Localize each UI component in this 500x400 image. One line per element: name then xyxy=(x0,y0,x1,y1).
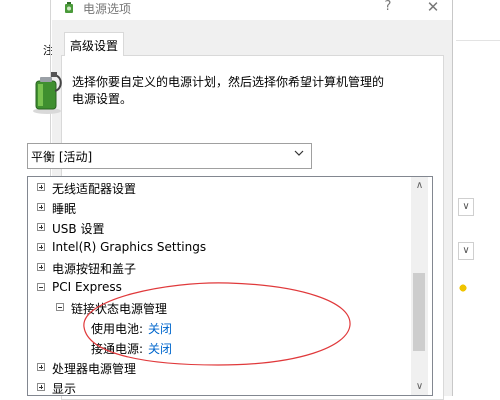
setting-label: 接通电源: xyxy=(91,342,144,356)
tree-item-label: 睡眠 xyxy=(52,202,77,216)
expand-plus-icon[interactable] xyxy=(37,243,45,251)
expand-plus-icon[interactable] xyxy=(37,363,45,371)
power-options-app-icon xyxy=(65,2,73,13)
expand-plus-icon[interactable] xyxy=(37,183,45,191)
on-battery-value-link[interactable]: 关闭 xyxy=(148,320,172,337)
collapse-minus-icon[interactable] xyxy=(56,303,64,311)
expand-plus-icon[interactable] xyxy=(37,263,45,271)
help-button[interactable]: ? xyxy=(378,0,398,17)
tree-item-power-buttons[interactable]: 电源按钮和盖子 xyxy=(28,258,408,278)
chevron-down-icon xyxy=(294,150,304,156)
scroll-down-button[interactable]: ∨ xyxy=(411,378,428,395)
scroll-up-button[interactable]: ∧ xyxy=(411,177,428,194)
background-chevron-down-icon: ∨ xyxy=(458,198,474,216)
power-plan-select-value: 平衡 [活动] xyxy=(31,150,93,164)
tree-scrollbar[interactable]: ∧ ∨ xyxy=(411,177,428,395)
title-bar: 电源选项 ? ✕ xyxy=(52,0,452,20)
tree-item-sleep[interactable]: 睡眠 xyxy=(28,198,408,218)
tree-item-plugged-in: 接通电源: 关闭 xyxy=(28,338,408,358)
expand-plus-icon[interactable] xyxy=(37,203,45,211)
tree-item-display[interactable]: 显示 xyxy=(28,378,408,396)
tree-item-pci-express[interactable]: PCI Express xyxy=(28,278,408,298)
tree-item-processor-power[interactable]: 处理器电源管理 xyxy=(28,358,408,378)
tree-item-label: PCI Express xyxy=(52,280,122,294)
tree-item-on-battery: 使用电池: 关闭 xyxy=(28,318,408,338)
tree-item-label: 处理器电源管理 xyxy=(52,362,137,376)
tree-item-wireless-adapter[interactable]: 无线适配器设置 xyxy=(28,178,408,198)
expand-plus-icon[interactable] xyxy=(37,383,45,391)
tree-item-usb[interactable]: USB 设置 xyxy=(28,218,408,238)
setting-label: 使用电池: xyxy=(91,322,144,336)
tree-item-intel-graphics[interactable]: Intel(R) Graphics Settings xyxy=(28,238,408,258)
power-plan-select[interactable]: 平衡 [活动] xyxy=(27,143,312,169)
tab-label: 高级设置 xyxy=(70,39,119,53)
tree-item-label: USB 设置 xyxy=(52,222,105,236)
plan-description: 选择你要自定义的电源计划，然后选择你希望计算机管理的电源设置。 xyxy=(72,75,385,106)
close-button[interactable]: ✕ xyxy=(423,0,443,16)
dialog-title: 电源选项 xyxy=(83,2,132,16)
tree-item-link-state-power-management[interactable]: 链接状态电源管理 xyxy=(28,298,408,318)
power-settings-tree[interactable]: 无线适配器设置 睡眠 USB 设置 Intel(R) Graphics Sett… xyxy=(27,176,433,396)
background-window-edge xyxy=(452,0,453,396)
tab-advanced-settings[interactable]: 高级设置 xyxy=(64,32,124,56)
power-plan-battery-icon xyxy=(33,72,62,114)
scroll-thumb[interactable] xyxy=(413,273,425,351)
tree-item-label: 显示 xyxy=(52,382,77,396)
background-divider xyxy=(456,40,500,41)
background-sun-icon xyxy=(457,282,469,294)
tree-item-label: 无线适配器设置 xyxy=(52,182,137,196)
tree-item-label: 链接状态电源管理 xyxy=(71,302,168,316)
plugged-in-value-link[interactable]: 关闭 xyxy=(148,340,172,357)
collapse-minus-icon[interactable] xyxy=(37,283,45,291)
expand-plus-icon[interactable] xyxy=(37,223,45,231)
tree-item-label: Intel(R) Graphics Settings xyxy=(52,240,207,254)
background-chevron-down-icon: ∨ xyxy=(458,242,474,260)
tree-item-label: 电源按钮和盖子 xyxy=(52,262,137,276)
